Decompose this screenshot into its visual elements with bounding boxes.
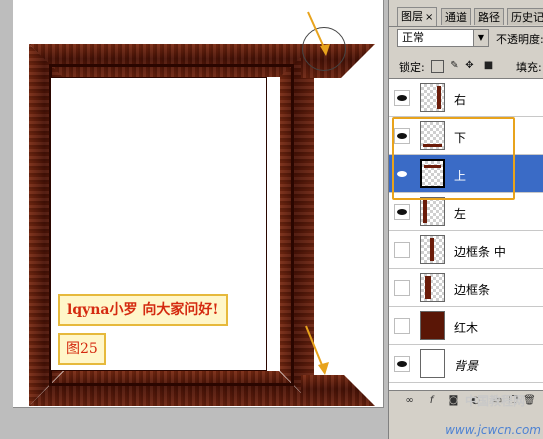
layer-thumbnail [420, 83, 445, 112]
layer-thumbnail [420, 235, 445, 264]
blend-row: 正常 ▼ 不透明度: [394, 29, 543, 49]
brush-icon[interactable]: ✎ [449, 60, 460, 71]
layer-thumbnail [420, 311, 445, 340]
eye-icon[interactable] [394, 318, 410, 334]
link-icon[interactable]: ∞ [403, 394, 416, 407]
tab-history-label: 历史记 [511, 11, 543, 24]
fill-label: 填充: [516, 61, 542, 74]
layer-name: 边框条 [454, 283, 491, 297]
tab-paths[interactable]: 路径 [474, 8, 504, 25]
layer-row[interactable]: 背景 [389, 345, 543, 383]
layers-panel: 图层 × 通道 路径 历史记 正常 ▼ 不透明度: 锁定: ✎ ✥ ■ 填充: 右… [388, 0, 543, 439]
tab-channels[interactable]: 通道 [441, 8, 471, 25]
eye-icon[interactable] [394, 356, 410, 372]
tab-channels-label: 通道 [445, 11, 467, 24]
watermark-site-name: 中国教程网 [464, 394, 525, 408]
layer-thumbnail [420, 197, 445, 226]
fx-icon[interactable]: f [425, 394, 438, 407]
lock-row: 锁定: ✎ ✥ ■ 填充: [389, 56, 543, 76]
layer-row[interactable]: 右 [389, 79, 543, 117]
panel-tabs: 图层 × 通道 路径 历史记 [389, 6, 543, 27]
bottom-bar-strip [301, 375, 375, 406]
lock-icon[interactable]: ■ [483, 60, 494, 71]
eye-icon[interactable] [394, 242, 410, 258]
eye-icon[interactable] [394, 204, 410, 220]
blend-mode-value: 正常 [402, 31, 424, 44]
tab-paths-label: 路径 [478, 11, 500, 24]
layer-row[interactable]: 边框条 [389, 269, 543, 307]
layer-name: 红木 [454, 321, 479, 335]
tab-layers-label: 图层 [401, 10, 423, 23]
caption-figure-number: 图25 [58, 333, 106, 365]
layer-thumbnail [420, 273, 445, 302]
tab-history[interactable]: 历史记 [507, 8, 543, 25]
eye-icon[interactable] [394, 90, 410, 106]
mask-icon[interactable]: ◙ [447, 394, 460, 407]
opacity-label: 不透明度: [496, 33, 543, 46]
chevron-down-icon[interactable]: ▼ [473, 30, 488, 46]
arrow-top-icon [307, 11, 330, 56]
layer-row[interactable]: 红木 [389, 307, 543, 345]
layer-row[interactable]: 边框条 中 [389, 231, 543, 269]
lock-transparency-icon[interactable] [431, 60, 444, 73]
layer-name: 边框条 中 [454, 245, 506, 259]
layer-thumbnail [420, 349, 445, 378]
layer-name: 背景 [454, 359, 479, 373]
caption-greeting: lqyna小罗 向大家问好! [58, 294, 228, 326]
watermark-url: www.jcwcn.com [445, 423, 541, 437]
arrow-bottom-icon [305, 325, 329, 375]
close-icon[interactable]: × [425, 12, 433, 23]
move-icon[interactable]: ✥ [464, 60, 475, 71]
eye-icon[interactable] [394, 280, 410, 296]
lock-label: 锁定: [399, 61, 425, 74]
layer-name: 右 [454, 93, 467, 107]
tab-layers[interactable]: 图层 × [397, 7, 438, 26]
layer-highlight-box [392, 117, 515, 200]
layer-name: 左 [454, 207, 467, 221]
frame-inner-area [50, 77, 267, 371]
blend-mode-select[interactable]: 正常 ▼ [397, 29, 489, 47]
document-canvas-area[interactable]: lqyna小罗 向大家问好! 图25 [0, 0, 388, 439]
